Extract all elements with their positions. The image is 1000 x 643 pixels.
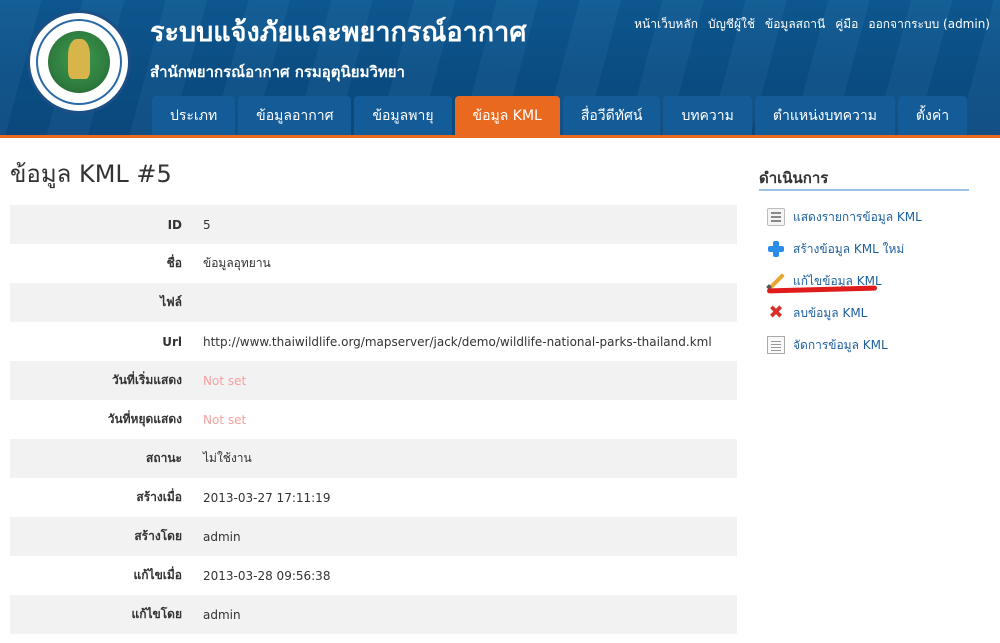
nav-tab-video[interactable]: สื่อวีดีทัศน์ — [562, 96, 661, 135]
detail-value: 5 — [203, 217, 211, 232]
nav-tab-articles[interactable]: บทความ — [663, 96, 752, 135]
op-label[interactable]: จัดการข้อมูล KML — [793, 336, 888, 355]
nav-tab-article-positions[interactable]: ตำแหน่งบทความ — [754, 96, 895, 135]
sidebar-divider — [759, 189, 969, 191]
detail-row-status: สถานะ ไม่ใช้งาน — [10, 439, 737, 478]
site-title: ระบบแจ้งภัยและพยากรณ์อากาศ — [150, 17, 527, 48]
detail-value: admin — [203, 607, 241, 622]
op-manage-kml[interactable]: จัดการข้อมูล KML — [767, 329, 987, 361]
delete-icon: ✖ — [768, 302, 784, 323]
detail-row-id: ID 5 — [10, 205, 737, 244]
plus-icon — [767, 240, 785, 258]
detail-label: วันที่หยุดแสดง — [107, 412, 182, 426]
detail-row-created-at: สร้างเมื่อ 2013-03-27 17:11:19 — [10, 478, 737, 517]
logo-figure — [68, 39, 90, 79]
nav-tab-kml[interactable]: ข้อมูล KML — [454, 96, 560, 135]
nav-tab-settings[interactable]: ตั้งค่า — [897, 96, 968, 135]
page-title: ข้อมูล KML #5 — [10, 160, 172, 188]
op-list-kml[interactable]: แสดงรายการข้อมูล KML — [767, 201, 987, 233]
detail-row-file: ไฟล์ — [10, 283, 737, 322]
top-link-stations[interactable]: ข้อมูลสถานี — [765, 15, 825, 34]
detail-row-updated-by: แก้ไขโดย admin — [10, 595, 737, 634]
top-link-account[interactable]: บัญชีผู้ใช้ — [708, 15, 755, 34]
detail-label: แก้ไขเมื่อ — [133, 568, 182, 582]
detail-value: admin — [203, 529, 241, 544]
site-subtitle: สำนักพยากรณ์อากาศ กรมอุตุนิยมวิทยา — [150, 63, 405, 81]
detail-value: ไม่ใช้งาน — [203, 451, 252, 465]
detail-value: Not set — [203, 412, 247, 427]
operations-menu: แสดงรายการข้อมูล KML สร้างข้อมูล KML ใหม… — [767, 201, 987, 361]
detail-label: สร้างโดย — [134, 529, 182, 543]
detail-label: ชื่อ — [166, 256, 182, 270]
site-header: ระบบแจ้งภัยและพยากรณ์อากาศ สำนักพยากรณ์อ… — [0, 0, 1000, 135]
detail-row-start-date: วันที่เริ่มแสดง Not set — [10, 361, 737, 400]
top-link-manual[interactable]: คู่มือ — [835, 15, 858, 34]
detail-value: 2013-03-27 17:11:19 — [203, 490, 331, 505]
department-logo[interactable] — [27, 10, 131, 114]
detail-value: http://www.thaiwildlife.org/mapserver/ja… — [203, 334, 712, 349]
op-label[interactable]: แสดงรายการข้อมูล KML — [793, 208, 922, 227]
detail-value: 2013-03-28 09:56:38 — [203, 568, 331, 583]
document-icon — [767, 336, 785, 354]
detail-view: ID 5 ชื่อ ข้อมูลอุทยาน ไฟล์ Url http://w… — [10, 205, 737, 634]
detail-row-end-date: วันที่หยุดแสดง Not set — [10, 400, 737, 439]
nav-tab-category[interactable]: ประเภท — [152, 96, 236, 135]
detail-value: ข้อมูลอุทยาน — [203, 256, 271, 270]
top-link-home[interactable]: หน้าเว็บหลัก — [634, 15, 698, 34]
detail-label: วันที่เริ่มแสดง — [111, 373, 182, 387]
top-link-logout[interactable]: ออกจากระบบ (admin) — [868, 15, 990, 34]
top-links: หน้าเว็บหลัก บัญชีผู้ใช้ ข้อมูลสถานี คู่… — [624, 15, 990, 34]
detail-label: สร้างเมื่อ — [136, 490, 182, 504]
main-nav: ประเภท ข้อมูลอากาศ ข้อมูลพายุ ข้อมูล KML… — [152, 96, 970, 135]
sidebar-title: ดำเนินการ — [759, 169, 829, 187]
op-create-kml[interactable]: สร้างข้อมูล KML ใหม่ — [767, 233, 987, 265]
detail-label: แก้ไขโดย — [131, 607, 182, 621]
nav-tab-storm[interactable]: ข้อมูลพายุ — [354, 96, 452, 135]
detail-row-url: Url http://www.thaiwildlife.org/mapserve… — [10, 322, 737, 361]
detail-row-created-by: สร้างโดย admin — [10, 517, 737, 556]
op-delete-kml[interactable]: ✖ ลบข้อมูล KML — [767, 297, 987, 329]
nav-tab-weather[interactable]: ข้อมูลอากาศ — [238, 96, 352, 135]
detail-row-name: ชื่อ ข้อมูลอุทยาน — [10, 244, 737, 283]
detail-label: ID — [167, 217, 182, 232]
detail-label: Url — [162, 334, 182, 349]
detail-value: Not set — [203, 373, 247, 388]
detail-row-updated-at: แก้ไขเมื่อ 2013-03-28 09:56:38 — [10, 556, 737, 595]
header-accent-bar — [0, 135, 1000, 138]
op-label[interactable]: ลบข้อมูล KML — [793, 304, 867, 323]
op-label[interactable]: สร้างข้อมูล KML ใหม่ — [793, 240, 904, 259]
list-icon — [767, 208, 785, 226]
detail-label: สถานะ — [146, 451, 182, 465]
detail-label: ไฟล์ — [160, 295, 182, 309]
